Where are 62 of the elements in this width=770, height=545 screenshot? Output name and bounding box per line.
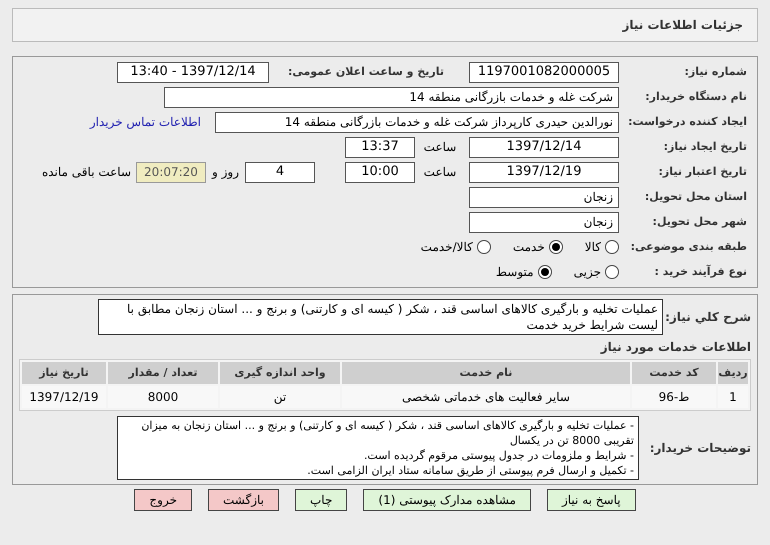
action-button[interactable]: چاپ: [295, 489, 348, 511]
field-value: 1397/12/14: [469, 136, 619, 158]
field-value: زنجان: [469, 212, 619, 232]
radio-label: جزیی: [574, 264, 601, 281]
field-label: نام دستگاه خریدار:: [644, 88, 747, 105]
field-label: شرح کلي نياز:: [664, 309, 751, 326]
field-value: زنجان: [469, 186, 619, 208]
radio-button[interactable]: [538, 265, 552, 279]
note-line: - تکمیل و ارسال فرم پیوستی از طریق سامانه ستاد ایران الزامی است.: [306, 463, 634, 478]
action-button[interactable]: بازگشت: [208, 489, 279, 511]
field-label: روز و: [210, 164, 240, 181]
page-title: جزئیات اطلاعات نیاز: [622, 17, 743, 34]
field-label: تاریخ اعتبار نیاز:: [657, 164, 747, 180]
summary-text: عملیات تخلیه و بارگیری کالاهای اساسی قند ، شکر ( کیسه ای و کارتنی) و برنج و ... استان زنجان مطابق با لیست شرایط خرید خدمت: [98, 299, 663, 335]
column-header: کد خدمت: [632, 362, 716, 384]
field-label: شماره نیاز:: [684, 64, 747, 80]
note-line: - عملیات تخلیه و بارگیری کالاهای اساسی قند ، شکر ( کیسه ای و کارتنی) و برنج و ... استان زنجان به میزان تقریبی 8000 تن در یکسال: [140, 418, 634, 448]
field-value: 4: [245, 162, 315, 182]
field-label: ایجاد کننده درخواست:: [627, 114, 747, 130]
radio-button[interactable]: [605, 265, 619, 279]
field-label: ساعت باقی مانده: [42, 164, 132, 181]
radio-button[interactable]: [548, 240, 563, 254]
action-button[interactable]: مشاهده مدارک پیوستی (1): [363, 489, 531, 511]
field-label: تاریخ ایجاد نیاز:: [662, 138, 747, 155]
table-cell: ط-96: [632, 386, 716, 408]
contact-link[interactable]: اطلاعات تماس خریدار: [90, 113, 201, 131]
field-value: 1397/12/19: [469, 162, 619, 182]
radio-label: کالا: [584, 239, 601, 256]
action-button[interactable]: خروج: [134, 489, 192, 511]
radio-button[interactable]: [476, 240, 491, 254]
field-label: ساعت: [422, 139, 458, 156]
table-cell: سایر فعالیت های خدماتی شخصی: [342, 386, 630, 408]
radio-button[interactable]: [605, 240, 619, 254]
countdown-field: 20:07:20: [136, 162, 206, 182]
field-value: شرکت غله و خدمات بازرگانی منطقه 14: [164, 86, 619, 108]
column-header: واحد اندازه گیری: [220, 362, 340, 384]
column-header: نام خدمت: [342, 362, 630, 384]
section-heading: اطلاعات خدمات مورد نیاز: [599, 339, 751, 356]
field-label: استان محل تحویل:: [644, 188, 747, 205]
table-cell: تن: [220, 386, 340, 408]
table-cell: 8000: [108, 386, 218, 408]
table-cell: 1: [718, 386, 748, 408]
field-label: طبقه بندی موضوعی:: [630, 238, 747, 255]
note-line: - شرایط و ملزومات در جدول پیوستی مرقوم گردیده است.: [362, 448, 634, 463]
field-value: 1397/12/14 - 13:40: [117, 62, 269, 82]
radio-label: خدمت: [512, 239, 545, 256]
column-header: تعداد / مقدار: [108, 362, 218, 384]
action-button[interactable]: پاسخ به نیاز: [546, 489, 636, 511]
field-value: 13:37: [345, 136, 415, 158]
field-value: 10:00: [345, 162, 415, 182]
field-label: تاریخ و ساعت اعلان عمومی:: [286, 64, 444, 80]
radio-label: متوسط: [496, 264, 534, 281]
table-cell: 1397/12/19: [22, 386, 106, 408]
field-label: نوع فرآیند خرید :: [654, 264, 747, 280]
column-header: ردیف: [718, 362, 748, 384]
field-value: نورالدین حیدری کارپرداز شرکت غله و خدمات بازرگانی منطقه 14: [215, 112, 619, 132]
column-header: تاریخ نیاز: [22, 362, 106, 384]
field-label: شهر محل تحویل:: [652, 214, 747, 230]
field-label: ساعت: [422, 164, 458, 181]
field-value: 1197001082000005: [469, 62, 619, 82]
field-label: توضیحات خریدار:: [648, 440, 751, 457]
radio-label: کالا/خدمت: [420, 239, 473, 256]
